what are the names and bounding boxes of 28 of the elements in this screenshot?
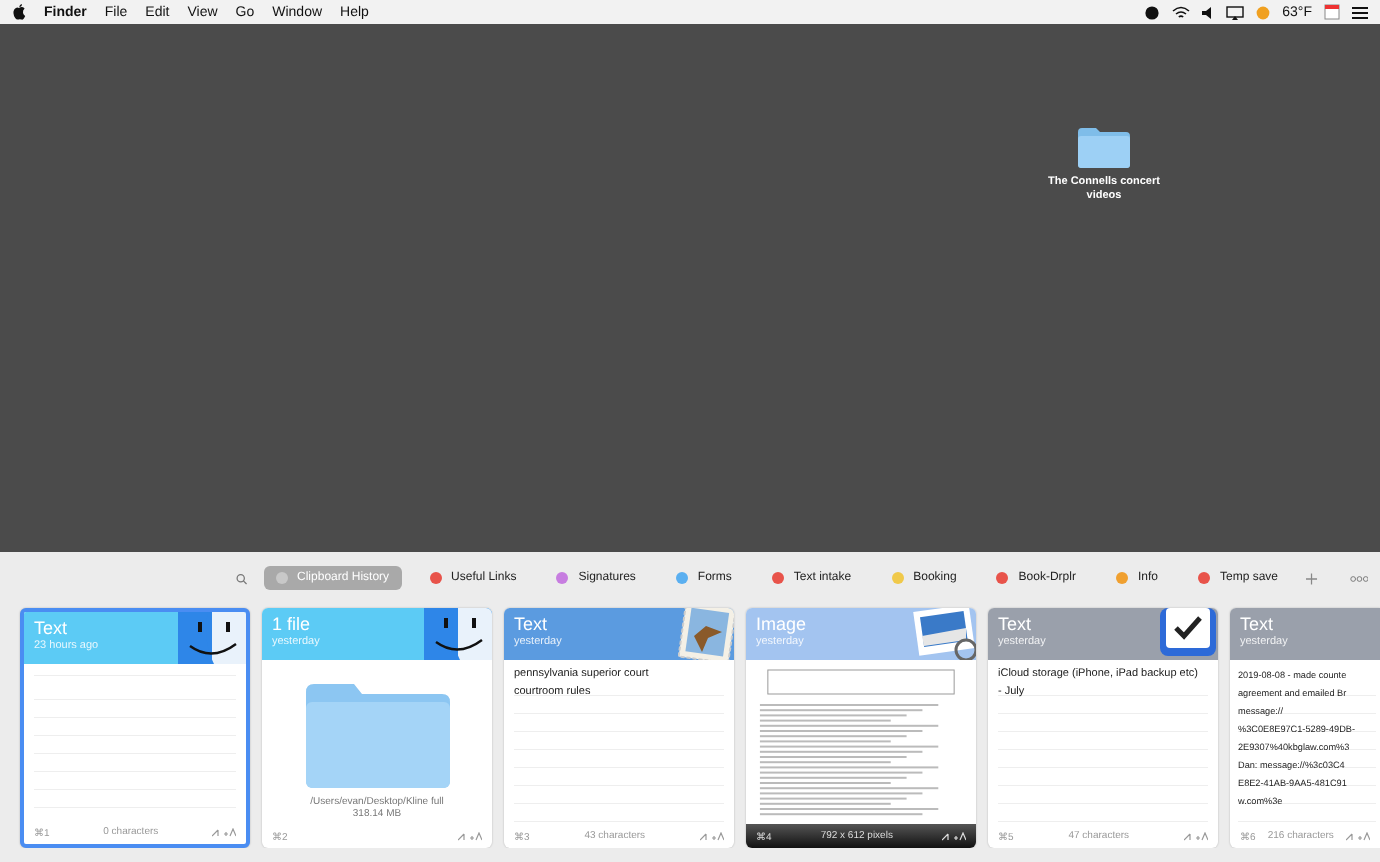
clip-type: 1 file (272, 614, 313, 634)
folder-icon[interactable] (1078, 128, 1130, 168)
checkmark-icon (1158, 608, 1218, 660)
clip-type: Text (998, 614, 1034, 634)
calendar-icon[interactable] (1324, 4, 1340, 20)
photo-stamp-icon (912, 608, 976, 660)
more-icon[interactable] (1349, 573, 1368, 583)
paste-shortcut-icon (941, 831, 966, 841)
list-icon[interactable] (1352, 5, 1368, 19)
wifi-icon[interactable] (1172, 5, 1191, 19)
apple-logo-icon[interactable] (12, 4, 26, 20)
display-icon[interactable] (1226, 5, 1245, 19)
paste-shortcut-icon (211, 827, 236, 837)
paste-shortcut-icon (1183, 831, 1208, 841)
clip-type: Text (514, 614, 550, 634)
clip-type: Text (1240, 614, 1276, 634)
clip-type: Text (34, 618, 70, 638)
face-icon (424, 608, 492, 660)
paste-shortcut-icon (1345, 831, 1370, 841)
folder-icon (305, 684, 449, 788)
volume-icon[interactable] (1202, 5, 1215, 19)
add-icon[interactable] (1306, 571, 1318, 585)
face-icon (178, 612, 246, 664)
paste-shortcut-icon (458, 831, 482, 841)
search-icon[interactable] (236, 571, 248, 585)
paste-shortcut-icon (699, 831, 724, 841)
stamp-icon (678, 608, 734, 660)
clip-type: Image (756, 614, 807, 634)
